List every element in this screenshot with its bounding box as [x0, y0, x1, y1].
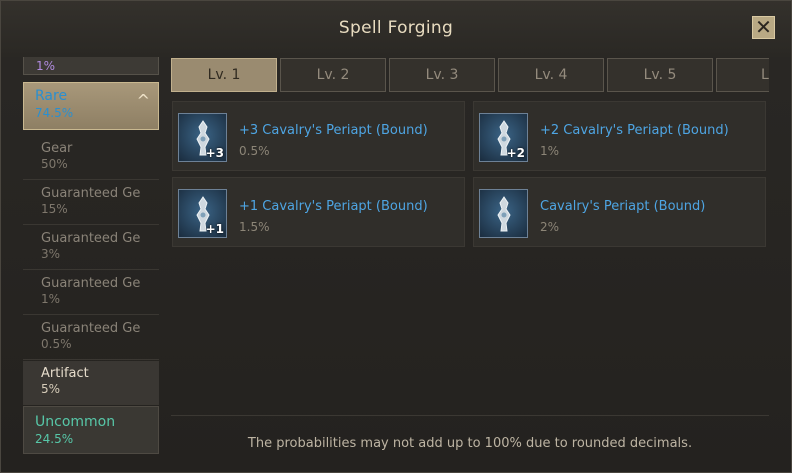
item-card[interactable]: +3 +3 Cavalry's Periapt (Bound) 0.5%	[172, 101, 465, 171]
probability-notice: The probabilities may not add up to 100%…	[247, 436, 693, 451]
title-bar: Spell Forging ✕	[1, 1, 791, 57]
tab-lv-1[interactable]: Lv. 1	[171, 58, 277, 92]
item-probability: 1.5%	[239, 220, 270, 234]
enhancement-badge: +1	[205, 222, 224, 236]
item-card[interactable]: Cavalry's Periapt (Bound) 2%	[473, 177, 766, 247]
tab-lv-4[interactable]: Lv. 4	[498, 58, 604, 92]
subcategory-item-artifact[interactable]: Artifact 5%	[23, 361, 159, 405]
category-name: Rare	[35, 88, 68, 104]
level-tabs: Lv. 1 Lv. 2 Lv. 3 Lv. 4 Lv. 5 Lv	[171, 57, 769, 93]
chevron-up-icon: ^	[136, 91, 150, 110]
subcategory-name: Guaranteed Ge	[41, 231, 141, 246]
subcategory-percent: 50%	[41, 157, 68, 171]
subcategory-item[interactable]: Guaranteed Ge 0.5%	[23, 316, 159, 360]
subcategory-percent: 15%	[41, 202, 68, 216]
footer-divider	[171, 415, 769, 416]
close-button[interactable]: ✕	[752, 16, 775, 39]
spell-forging-window: Spell Forging ✕ 1% Rare 74.5% ^ Gear 50%…	[0, 0, 792, 473]
subcategory-name: Artifact	[41, 366, 89, 381]
item-card[interactable]: +2 +2 Cavalry's Periapt (Bound) 1%	[473, 101, 766, 171]
category-percent: 24.5%	[35, 432, 74, 446]
category-uncommon[interactable]: Uncommon 24.5%	[23, 406, 159, 454]
window-title: Spell Forging	[338, 18, 454, 38]
subcategory-item[interactable]: Guaranteed Ge 1%	[23, 271, 159, 315]
subcategory-percent: 0.5%	[41, 337, 72, 351]
enhancement-badge: +3	[205, 146, 224, 160]
category-percent: 1%	[36, 59, 56, 73]
periapt-icon	[479, 189, 528, 238]
category-name: Uncommon	[35, 414, 116, 430]
item-name: +3 Cavalry's Periapt (Bound)	[239, 123, 428, 138]
periapt-icon: +1	[178, 189, 227, 238]
subcategory-item[interactable]: Guaranteed Ge 15%	[23, 181, 159, 225]
subcategory-percent: 5%	[41, 382, 61, 396]
subcategory-percent: 3%	[41, 247, 61, 261]
periapt-icon: +2	[479, 113, 528, 162]
item-card[interactable]: +1 +1 Cavalry's Periapt (Bound) 1.5%	[172, 177, 465, 247]
item-name: Cavalry's Periapt (Bound)	[540, 199, 706, 214]
tab-lv-3[interactable]: Lv. 3	[389, 58, 495, 92]
subcategory-name: Guaranteed Ge	[41, 276, 141, 291]
category-epic[interactable]: 1%	[23, 57, 159, 75]
periapt-icon: +3	[178, 113, 227, 162]
tab-lv-2[interactable]: Lv. 2	[280, 58, 386, 92]
subcategory-name: Gear	[41, 141, 73, 156]
tab-lv-6[interactable]: Lv	[716, 58, 769, 92]
category-list: 1% Rare 74.5% ^ Gear 50% Guaranteed Ge 1…	[17, 57, 165, 457]
subcategory-name: Guaranteed Ge	[41, 186, 141, 201]
category-rare[interactable]: Rare 74.5% ^	[23, 82, 159, 130]
tab-lv-5[interactable]: Lv. 5	[607, 58, 713, 92]
item-name: +2 Cavalry's Periapt (Bound)	[540, 123, 729, 138]
enhancement-badge: +2	[506, 146, 525, 160]
subcategory-percent: 1%	[41, 292, 61, 306]
subcategory-name: Guaranteed Ge	[41, 321, 141, 336]
subcategory-item[interactable]: Guaranteed Ge 3%	[23, 226, 159, 270]
item-probability: 1%	[540, 144, 560, 158]
item-probability: 0.5%	[239, 144, 270, 158]
item-probability: 2%	[540, 220, 560, 234]
subcategory-item[interactable]: Gear 50%	[23, 136, 159, 180]
category-percent: 74.5%	[35, 106, 74, 120]
item-name: +1 Cavalry's Periapt (Bound)	[239, 199, 428, 214]
